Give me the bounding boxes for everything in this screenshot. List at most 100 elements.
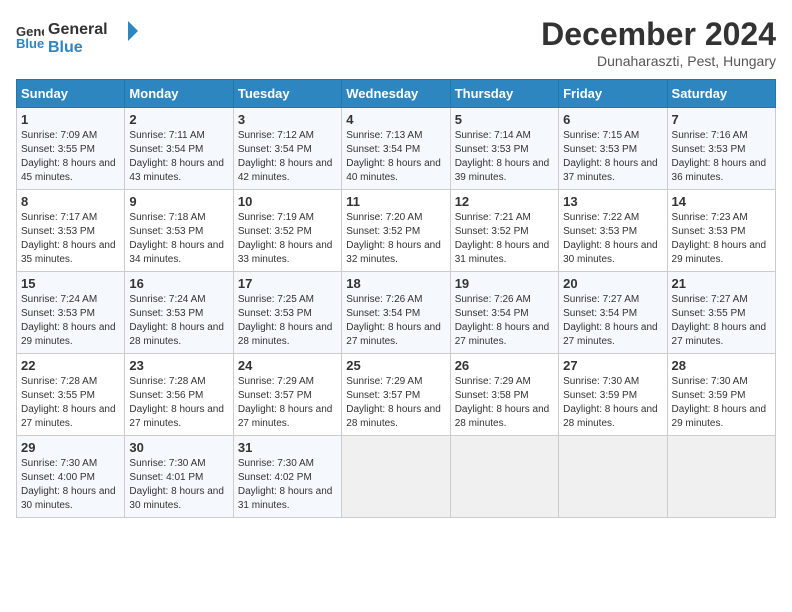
calendar-cell: 9 Sunrise: 7:18 AMSunset: 3:53 PMDaylight… — [125, 190, 233, 272]
day-number: 1 — [21, 112, 120, 127]
day-info: Sunrise: 7:09 AMSunset: 3:55 PMDaylight:… — [21, 130, 116, 183]
calendar-cell: 21 Sunrise: 7:27 AMSunset: 3:55 PMDayligh… — [667, 272, 775, 354]
title-block: December 2024 Dunaharaszti, Pest, Hungar… — [541, 16, 776, 69]
day-info: Sunrise: 7:11 AMSunset: 3:54 PMDaylight:… — [129, 130, 224, 183]
calendar-cell: 18Sunrise: 7:26 AMSunset: 3:54 PMDayligh… — [342, 272, 450, 354]
day-number: 31 — [238, 440, 337, 455]
calendar-cell: 10Sunrise: 7:19 AMSunset: 3:52 PMDayligh… — [233, 190, 341, 272]
month-title: December 2024 — [541, 16, 776, 53]
day-number: 14 — [672, 194, 771, 209]
calendar-cell: 11 Sunrise: 7:20 AMSunset: 3:52 PMDayligh… — [342, 190, 450, 272]
calendar-cell: 20 Sunrise: 7:27 AMSunset: 3:54 PMDayligh… — [559, 272, 667, 354]
day-info: Sunrise: 7:15 AMSunset: 3:53 PMDaylight:… — [563, 130, 658, 183]
day-info: Sunrise: 7:29 AMSunset: 3:57 PMDaylight:… — [346, 376, 441, 429]
day-number: 3 — [238, 112, 337, 127]
day-number: 5 — [455, 112, 554, 127]
day-info: Sunrise: 7:26 AMSunset: 3:54 PMDaylight:… — [455, 294, 550, 347]
day-info: Sunrise: 7:27 AMSunset: 3:55 PMDaylight:… — [672, 294, 767, 347]
day-number: 21 — [672, 276, 771, 291]
day-number: 10 — [238, 194, 337, 209]
day-number: 29 — [21, 440, 120, 455]
day-number: 16 — [129, 276, 228, 291]
calendar-cell: 15Sunrise: 7:24 AMSunset: 3:53 PMDayligh… — [17, 272, 125, 354]
day-info: Sunrise: 7:27 AMSunset: 3:54 PMDaylight:… — [563, 294, 658, 347]
day-number: 30 — [129, 440, 228, 455]
day-number: 25 — [346, 358, 445, 373]
calendar-cell: 22 Sunrise: 7:28 AMSunset: 3:55 PMDayligh… — [17, 354, 125, 436]
calendar-cell: 4 Sunrise: 7:13 AMSunset: 3:54 PMDaylight… — [342, 108, 450, 190]
svg-text:General: General — [48, 21, 108, 38]
day-info: Sunrise: 7:28 AMSunset: 3:56 PMDaylight:… — [129, 376, 224, 429]
calendar-week-2: 15Sunrise: 7:24 AMSunset: 3:53 PMDayligh… — [17, 272, 776, 354]
calendar-cell: 3 Sunrise: 7:12 AMSunset: 3:54 PMDaylight… — [233, 108, 341, 190]
header-cell-tuesday: Tuesday — [233, 80, 341, 108]
calendar-cell: 2 Sunrise: 7:11 AMSunset: 3:54 PMDaylight… — [125, 108, 233, 190]
calendar-cell — [667, 436, 775, 518]
calendar-cell: 26Sunrise: 7:29 AMSunset: 3:58 PMDayligh… — [450, 354, 558, 436]
calendar-cell: 17 Sunrise: 7:25 AMSunset: 3:53 PMDayligh… — [233, 272, 341, 354]
calendar-cell — [342, 436, 450, 518]
day-number: 26 — [455, 358, 554, 373]
header-cell-monday: Monday — [125, 80, 233, 108]
day-number: 19 — [455, 276, 554, 291]
day-info: Sunrise: 7:30 AMSunset: 4:02 PMDaylight:… — [238, 458, 333, 511]
day-info: Sunrise: 7:20 AMSunset: 3:52 PMDaylight:… — [346, 212, 441, 265]
day-info: Sunrise: 7:17 AMSunset: 3:53 PMDaylight:… — [21, 212, 116, 265]
calendar-cell: 6 Sunrise: 7:15 AMSunset: 3:53 PMDaylight… — [559, 108, 667, 190]
calendar-cell: 23 Sunrise: 7:28 AMSunset: 3:56 PMDayligh… — [125, 354, 233, 436]
day-info: Sunrise: 7:16 AMSunset: 3:53 PMDaylight:… — [672, 130, 767, 183]
calendar-cell: 24 Sunrise: 7:29 AMSunset: 3:57 PMDayligh… — [233, 354, 341, 436]
calendar-week-4: 29 Sunrise: 7:30 AMSunset: 4:00 PMDayligh… — [17, 436, 776, 518]
calendar-cell: 27Sunrise: 7:30 AMSunset: 3:59 PMDayligh… — [559, 354, 667, 436]
day-number: 20 — [563, 276, 662, 291]
calendar-cell: 28Sunrise: 7:30 AMSunset: 3:59 PMDayligh… — [667, 354, 775, 436]
day-number: 24 — [238, 358, 337, 373]
day-info: Sunrise: 7:24 AMSunset: 3:53 PMDaylight:… — [129, 294, 224, 347]
header-cell-friday: Friday — [559, 80, 667, 108]
logo-icon: General Blue — [16, 22, 44, 50]
calendar-cell: 25 Sunrise: 7:29 AMSunset: 3:57 PMDayligh… — [342, 354, 450, 436]
day-number: 23 — [129, 358, 228, 373]
calendar-week-1: 8Sunrise: 7:17 AMSunset: 3:53 PMDaylight… — [17, 190, 776, 272]
calendar-cell: 30 Sunrise: 7:30 AMSunset: 4:01 PMDayligh… — [125, 436, 233, 518]
day-info: Sunrise: 7:21 AMSunset: 3:52 PMDaylight:… — [455, 212, 550, 265]
calendar-cell: 7 Sunrise: 7:16 AMSunset: 3:53 PMDaylight… — [667, 108, 775, 190]
svg-text:Blue: Blue — [48, 39, 83, 56]
day-info: Sunrise: 7:30 AMSunset: 4:00 PMDaylight:… — [21, 458, 116, 511]
day-info: Sunrise: 7:29 AMSunset: 3:57 PMDaylight:… — [238, 376, 333, 429]
header-row: SundayMondayTuesdayWednesdayThursdayFrid… — [17, 80, 776, 108]
day-info: Sunrise: 7:18 AMSunset: 3:53 PMDaylight:… — [129, 212, 224, 265]
day-number: 11 — [346, 194, 445, 209]
calendar-week-0: 1 Sunrise: 7:09 AMSunset: 3:55 PMDaylight… — [17, 108, 776, 190]
day-number: 17 — [238, 276, 337, 291]
day-number: 22 — [21, 358, 120, 373]
calendar-cell: 1 Sunrise: 7:09 AMSunset: 3:55 PMDaylight… — [17, 108, 125, 190]
calendar-cell — [450, 436, 558, 518]
calendar-cell: 19 Sunrise: 7:26 AMSunset: 3:54 PMDayligh… — [450, 272, 558, 354]
calendar-cell: 29 Sunrise: 7:30 AMSunset: 4:00 PMDayligh… — [17, 436, 125, 518]
header-cell-saturday: Saturday — [667, 80, 775, 108]
header-cell-thursday: Thursday — [450, 80, 558, 108]
day-info: Sunrise: 7:25 AMSunset: 3:53 PMDaylight:… — [238, 294, 333, 347]
day-number: 18 — [346, 276, 445, 291]
day-number: 27 — [563, 358, 662, 373]
day-number: 7 — [672, 112, 771, 127]
day-number: 4 — [346, 112, 445, 127]
calendar-cell: 5 Sunrise: 7:14 AMSunset: 3:53 PMDaylight… — [450, 108, 558, 190]
day-info: Sunrise: 7:13 AMSunset: 3:54 PMDaylight:… — [346, 130, 441, 183]
header-cell-wednesday: Wednesday — [342, 80, 450, 108]
day-info: Sunrise: 7:22 AMSunset: 3:53 PMDaylight:… — [563, 212, 658, 265]
day-number: 6 — [563, 112, 662, 127]
calendar-cell: 16 Sunrise: 7:24 AMSunset: 3:53 PMDayligh… — [125, 272, 233, 354]
calendar-cell: 31 Sunrise: 7:30 AMSunset: 4:02 PMDayligh… — [233, 436, 341, 518]
calendar-cell: 12Sunrise: 7:21 AMSunset: 3:52 PMDayligh… — [450, 190, 558, 272]
day-info: Sunrise: 7:12 AMSunset: 3:54 PMDaylight:… — [238, 130, 333, 183]
day-number: 2 — [129, 112, 228, 127]
calendar-cell: 14Sunrise: 7:23 AMSunset: 3:53 PMDayligh… — [667, 190, 775, 272]
day-info: Sunrise: 7:14 AMSunset: 3:53 PMDaylight:… — [455, 130, 550, 183]
logo-svg: General Blue — [48, 16, 138, 56]
day-number: 9 — [129, 194, 228, 209]
logo: General Blue General Blue — [16, 16, 138, 56]
day-info: Sunrise: 7:30 AMSunset: 4:01 PMDaylight:… — [129, 458, 224, 511]
day-info: Sunrise: 7:28 AMSunset: 3:55 PMDaylight:… — [21, 376, 116, 429]
